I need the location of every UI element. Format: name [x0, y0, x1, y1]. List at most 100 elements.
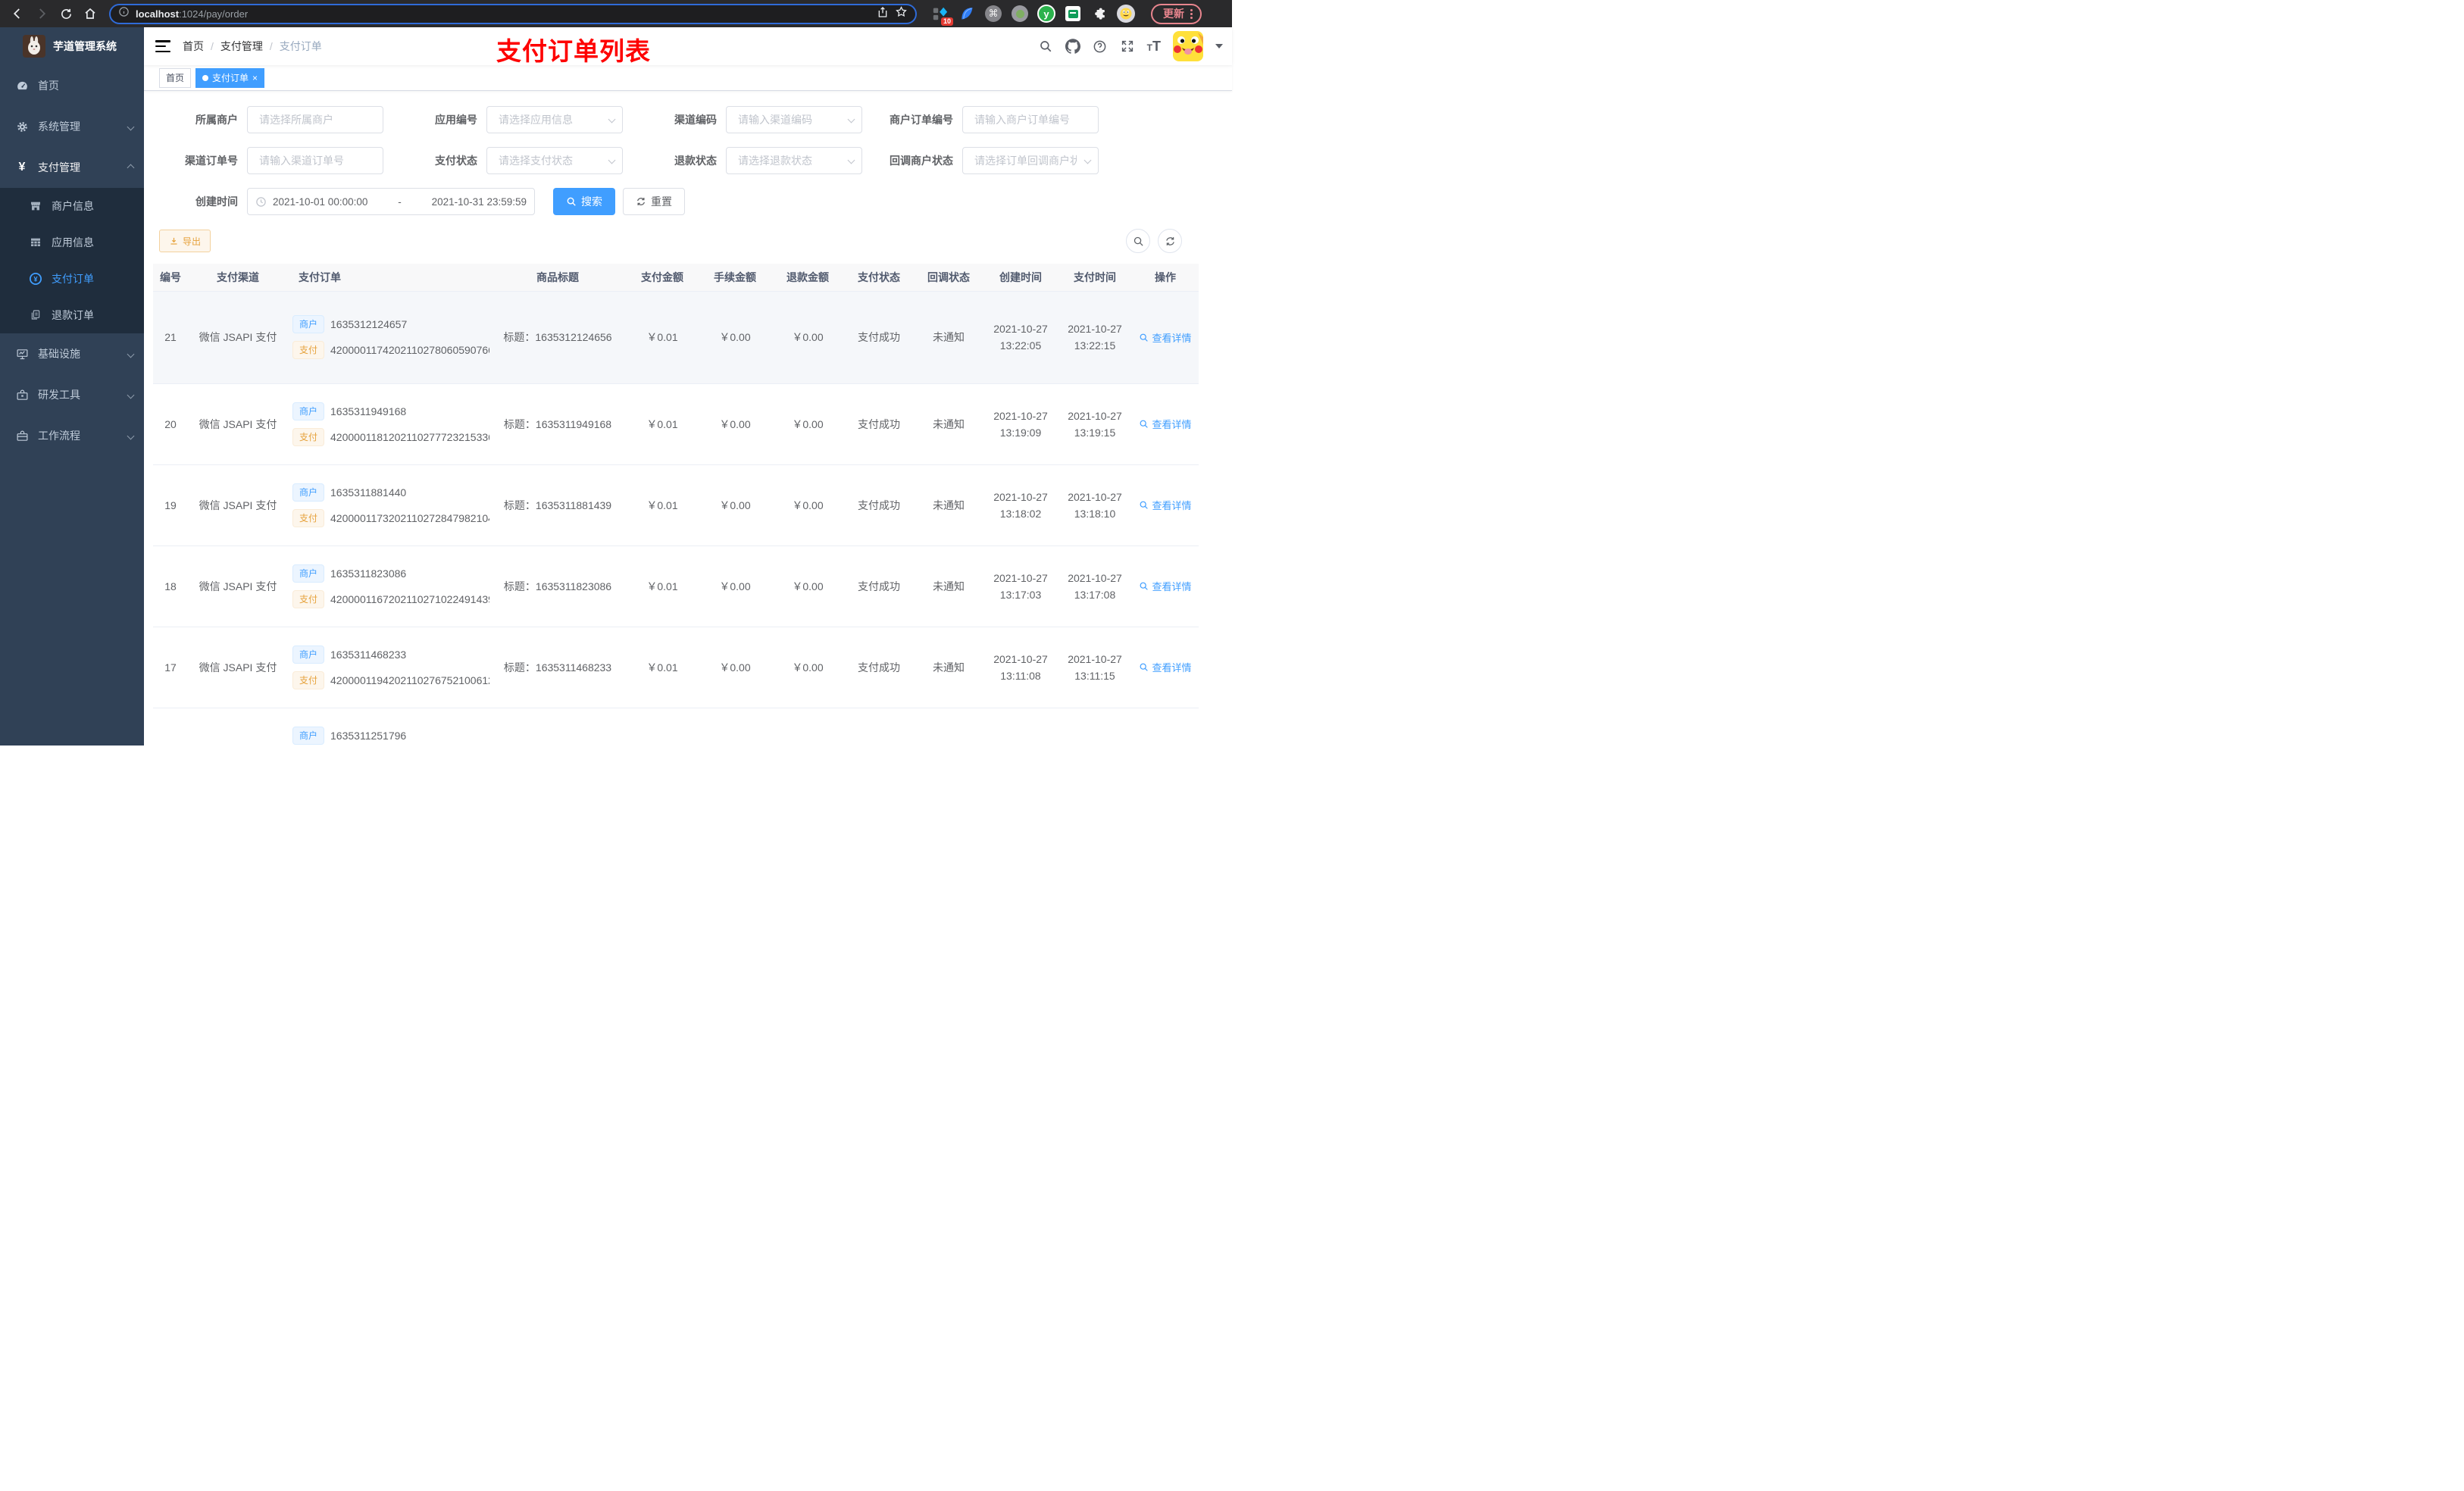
- extension-chat-icon[interactable]: [1063, 4, 1083, 23]
- search-icon: [1134, 236, 1143, 246]
- toolbox-icon: [15, 389, 29, 402]
- merchant-order-no: 1635312124657: [330, 318, 408, 330]
- table-row-partial: 商户1635311251796 支付: [153, 708, 1199, 746]
- cell-fee: [699, 708, 771, 746]
- reset-button[interactable]: 重置: [623, 188, 685, 215]
- refresh-icon: [637, 197, 645, 206]
- browser-reload-icon[interactable]: [56, 4, 76, 23]
- search-icon[interactable]: [1038, 39, 1053, 54]
- view-detail-link[interactable]: 查看详情: [1139, 417, 1192, 431]
- shop-icon: [29, 200, 42, 212]
- cell-title: [489, 708, 626, 746]
- url-bar[interactable]: localhost:1024/pay/order: [109, 3, 917, 24]
- extensions-puzzle-icon[interactable]: [1090, 4, 1109, 23]
- cell-notify: 未通知: [914, 291, 983, 384]
- filter-label: 应用编号: [435, 114, 477, 126]
- sidebar-item-workflow[interactable]: 工作流程: [0, 415, 144, 456]
- export-button[interactable]: 导出: [159, 230, 211, 252]
- view-detail-link[interactable]: 查看详情: [1139, 330, 1192, 345]
- filter-merchant-order-no: 商户订单编号: [862, 106, 1102, 133]
- date-range-picker[interactable]: 2021-10-01 00:00:00 - 2021-10-31 23:59:5…: [247, 188, 535, 215]
- col-refund: 退款金额: [771, 264, 844, 292]
- app-select[interactable]: [486, 106, 623, 133]
- extension-y-icon[interactable]: y: [1037, 4, 1056, 23]
- cell-id: 17: [153, 627, 188, 708]
- refresh-icon: [1165, 236, 1174, 245]
- font-size-icon[interactable]: TT: [1147, 39, 1161, 55]
- refresh-table-button[interactable]: [1158, 229, 1182, 253]
- col-action: 操作: [1132, 264, 1199, 292]
- view-detail-link[interactable]: 查看详情: [1139, 498, 1192, 512]
- merchant-order-no-input[interactable]: [962, 106, 1099, 133]
- avatar-caret-icon[interactable]: [1215, 44, 1223, 48]
- cell-fee: ￥0.00: [699, 464, 771, 546]
- cell-id: [153, 708, 188, 746]
- sidebar-item-pay-order[interactable]: ¥ 支付订单: [0, 261, 144, 297]
- extension-sail-icon[interactable]: [957, 4, 977, 23]
- url-text[interactable]: localhost:1024/pay/order: [136, 8, 248, 20]
- breadcrumb-home[interactable]: 首页: [183, 39, 204, 54]
- sidebar-item-infra[interactable]: 基础设施: [0, 333, 144, 374]
- tag-pay-order[interactable]: 支付订单 ×: [195, 67, 265, 88]
- page-content: 所属商户 应用编号 渠道编码 商户订单编号: [144, 91, 1232, 746]
- browser-home-icon[interactable]: [80, 4, 100, 23]
- cell-create-time: [983, 708, 1058, 746]
- date-start[interactable]: 2021-10-01 00:00:00: [273, 196, 367, 208]
- browser-back-icon[interactable]: [8, 4, 27, 23]
- extension-command-icon[interactable]: ⌘: [983, 4, 1003, 23]
- document-icon: [29, 309, 42, 321]
- sidebar-toggle-icon[interactable]: [155, 40, 170, 52]
- pay-status-select[interactable]: [486, 147, 623, 174]
- tag-close-icon[interactable]: ×: [252, 73, 258, 83]
- sidebar-item-merchant-info[interactable]: 商户信息: [0, 188, 144, 224]
- refund-status-select[interactable]: [726, 147, 862, 174]
- search-icon: [1140, 663, 1149, 671]
- bookmark-star-icon[interactable]: [895, 5, 908, 22]
- sidebar-item-system[interactable]: 系统管理: [0, 106, 144, 147]
- tags-view: 首页 支付订单 ×: [144, 65, 1232, 91]
- cell-status: 支付成功: [844, 464, 914, 546]
- cell-notify: 未通知: [914, 383, 983, 465]
- col-id: 编号: [153, 264, 188, 292]
- search-icon: [1140, 420, 1149, 428]
- notify-status-select[interactable]: [962, 147, 1099, 174]
- site-info-icon[interactable]: [118, 6, 130, 21]
- browser-update-button[interactable]: 更新: [1151, 3, 1202, 24]
- filter-pay-status: 支付状态: [383, 147, 623, 174]
- user-avatar[interactable]: [1173, 31, 1203, 61]
- cell-refund: ￥0.00: [771, 627, 844, 708]
- browser-forward-icon[interactable]: [32, 4, 52, 23]
- channel-code-select[interactable]: [726, 106, 862, 133]
- merchant-select[interactable]: [247, 106, 383, 133]
- sidebar-item-app-info[interactable]: 应用信息: [0, 224, 144, 261]
- tag-home[interactable]: 首页: [159, 67, 192, 88]
- profile-emoji-icon[interactable]: [1116, 4, 1136, 23]
- github-icon[interactable]: [1065, 39, 1080, 54]
- channel-order-no-input[interactable]: [247, 147, 383, 174]
- cell-create-time: 2021-10-27 13:22:05: [983, 291, 1058, 384]
- fullscreen-icon[interactable]: [1120, 39, 1135, 54]
- search-button[interactable]: 搜索: [553, 188, 615, 215]
- view-detail-link[interactable]: 查看详情: [1139, 660, 1192, 674]
- cell-notify: 未通知: [914, 545, 983, 627]
- share-icon[interactable]: [877, 6, 889, 22]
- extension-record-icon[interactable]: [1010, 4, 1030, 23]
- filter-label: 所属商户: [195, 114, 238, 126]
- table-row: 21 微信 JSAPI 支付 商户 1635312124657 支付 4200001…: [153, 291, 1199, 384]
- pay-order-no: 4200001194202110276752100612: [330, 674, 489, 686]
- view-detail-link[interactable]: 查看详情: [1139, 579, 1192, 593]
- help-icon[interactable]: [1093, 39, 1108, 54]
- sidebar-item-payment[interactable]: ¥ 支付管理: [0, 147, 144, 188]
- breadcrumb-payment[interactable]: 支付管理: [220, 39, 263, 54]
- sidebar-item-label: 商户信息: [52, 200, 94, 212]
- sidebar-item-refund-order[interactable]: 退款订单: [0, 297, 144, 333]
- date-end[interactable]: 2021-10-31 23:59:59: [432, 196, 527, 208]
- sidebar-item-home[interactable]: 首页: [0, 65, 144, 106]
- sidebar-item-devtools[interactable]: 研发工具: [0, 374, 144, 415]
- merchant-tag: 商户: [292, 402, 325, 420]
- browser-menu-dots-icon[interactable]: [1190, 8, 1193, 19]
- extension-diamond-icon[interactable]: 10: [930, 4, 953, 26]
- filter-row-2: 渠道订单号 支付状态 退款状态 回调商户状态: [159, 147, 1217, 174]
- hide-search-button[interactable]: [1126, 229, 1150, 253]
- svg-text:¥: ¥: [33, 275, 37, 283]
